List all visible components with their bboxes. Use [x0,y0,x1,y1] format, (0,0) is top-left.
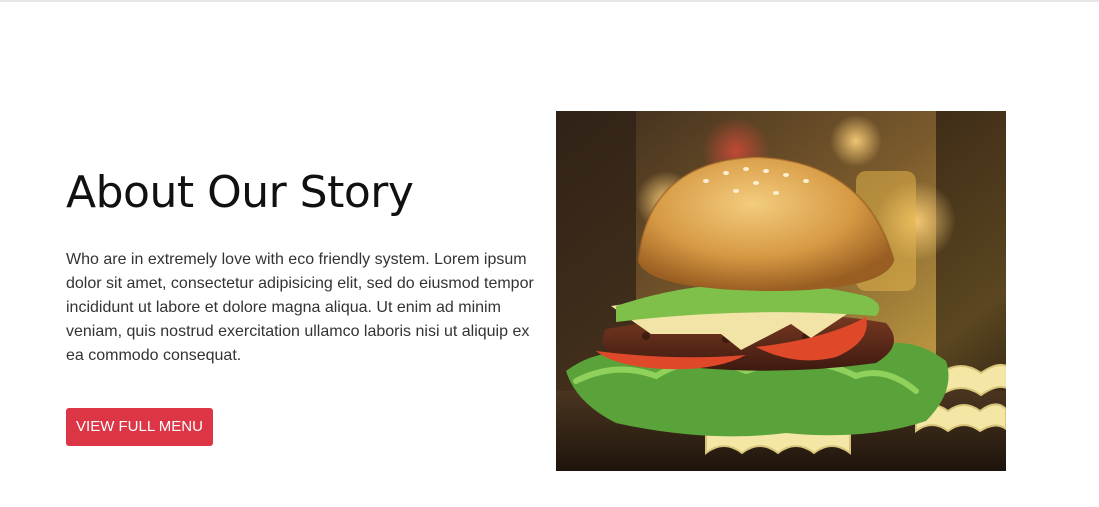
about-title: About Our Story [66,167,414,218]
view-full-menu-button[interactable]: VIEW FULL MENU [66,408,213,446]
about-section: About Our Story Who are in extremely lov… [0,0,1099,507]
burger-image [556,111,1006,471]
about-description: Who are in extremely love with eco frien… [66,251,534,364]
burger-illustration [556,111,1006,471]
